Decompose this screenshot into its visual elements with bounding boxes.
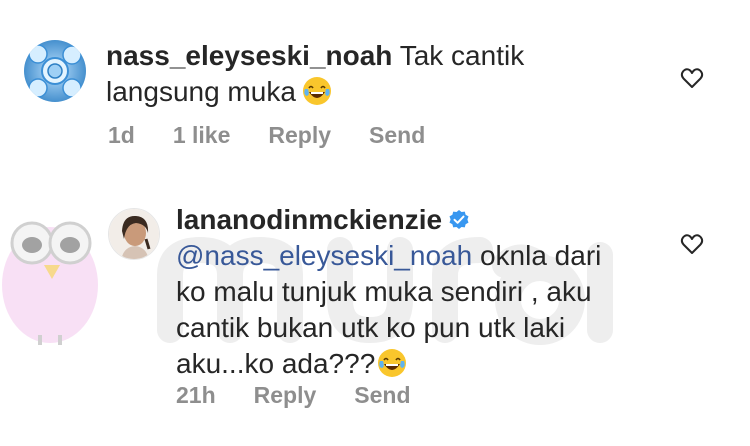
laughing-tears-emoji-icon xyxy=(302,77,331,105)
avatar[interactable] xyxy=(24,40,86,102)
reply-button[interactable]: Reply xyxy=(268,122,331,149)
comment-text: ko malu tunjuk muka sendiri , aku xyxy=(176,276,592,307)
comment-text: aku...ko ada??? xyxy=(176,348,376,379)
avatar-image xyxy=(109,209,159,259)
send-button[interactable]: Send xyxy=(369,122,425,149)
comment-body: nass_eleyseski_noah Tak cantik langsung … xyxy=(106,38,626,110)
send-button[interactable]: Send xyxy=(354,382,410,409)
comment-text: Tak cantik xyxy=(399,40,525,71)
comment-meta: 1d 1 like Reply Send xyxy=(108,122,463,149)
comment-username[interactable]: lananodinmckienzie xyxy=(176,204,442,235)
heart-icon[interactable] xyxy=(680,232,704,256)
comment-body: lananodinmckienzie @nass_eleyseski_noah … xyxy=(176,202,636,382)
comment-text: langsung muka xyxy=(106,76,296,107)
laughing-tears-emoji-icon xyxy=(378,349,407,377)
likes-count[interactable]: 1 like xyxy=(173,122,231,149)
comment-meta: 21h Reply Send xyxy=(176,382,449,409)
avatar[interactable] xyxy=(108,208,160,260)
comment-username[interactable]: nass_eleyseski_noah xyxy=(106,40,392,71)
comment-text: cantik bukan utk ko pun utk laki xyxy=(176,312,566,343)
heart-icon[interactable] xyxy=(680,66,704,90)
comment-timestamp: 1d xyxy=(108,122,135,148)
verified-badge-icon xyxy=(449,210,469,229)
avatar-image xyxy=(24,40,86,102)
comment-timestamp: 21h xyxy=(176,382,216,408)
comment-text: oknla dari xyxy=(472,240,602,271)
mention-link[interactable]: @nass_eleyseski_noah xyxy=(176,240,472,271)
reply-button[interactable]: Reply xyxy=(254,382,317,409)
